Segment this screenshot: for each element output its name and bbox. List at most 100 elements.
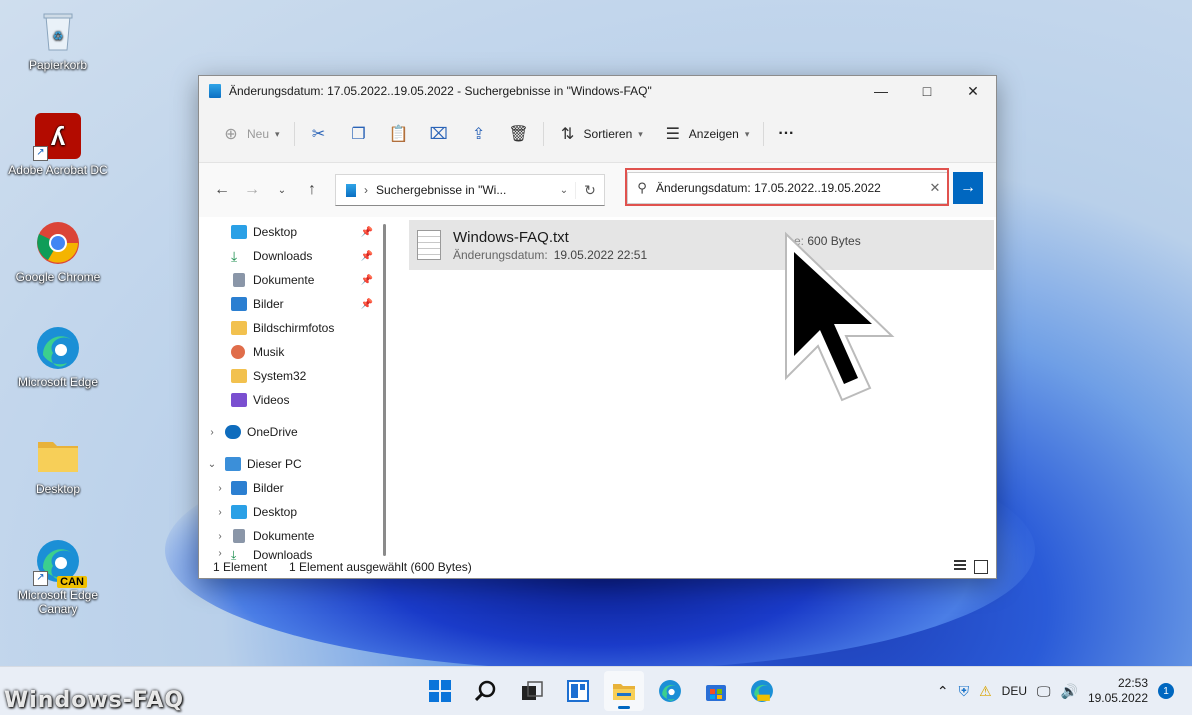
divider xyxy=(293,122,295,146)
sidebar-item-label: Dokumente xyxy=(253,529,315,543)
divider xyxy=(763,122,765,146)
desktop-icon-acrobat[interactable]: ʎ ↗ Adobe Acrobat DC xyxy=(8,113,108,177)
sort-icon: ⇅ xyxy=(560,126,575,143)
copy-button[interactable]: ❐ xyxy=(339,116,379,152)
chevron-down-icon: ▾ xyxy=(638,128,643,139)
delete-button[interactable]: 🗑 xyxy=(499,116,539,152)
file-explorer-taskbar-button[interactable] xyxy=(604,671,644,711)
search-go-button[interactable]: → xyxy=(953,172,983,204)
sidebar-item-label: Videos xyxy=(253,393,290,407)
desktop-icon-recycle-bin[interactable]: ♻ Papierkorb xyxy=(8,8,108,72)
details-view-icon[interactable] xyxy=(954,560,966,572)
address-bar[interactable]: › Suchergebnisse in "Wi... ⌄ ↻ xyxy=(335,174,605,206)
back-button[interactable]: ← xyxy=(207,175,237,205)
sort-label: Sortieren xyxy=(583,127,633,141)
desktop-icon-label: Microsoft Edge Canary xyxy=(17,588,99,616)
tiles-view-icon[interactable] xyxy=(974,560,988,574)
clock[interactable]: 22:53 19.05.2022 xyxy=(1088,676,1148,706)
sidebar-item-onedrive[interactable]: › OneDrive xyxy=(199,420,377,444)
volume-icon[interactable]: 🔊 xyxy=(1061,683,1078,700)
forward-button[interactable]: → xyxy=(237,175,267,205)
svg-text:♻: ♻ xyxy=(53,29,64,43)
widgets-button[interactable] xyxy=(558,671,598,711)
file-name: Windows-FAQ.txt xyxy=(453,228,569,246)
computer-icon xyxy=(225,457,241,471)
warning-icon[interactable]: ⚠ xyxy=(979,683,992,700)
divider xyxy=(542,122,544,146)
sidebar-item-pictures[interactable]: Bilder 📌 xyxy=(199,292,377,316)
edge-taskbar-button[interactable] xyxy=(650,671,690,711)
navigation-pane: Desktop 📌 ⤓ Downloads 📌 Dokumente 📌 Bild… xyxy=(199,216,386,562)
more-icon: ··· xyxy=(778,125,795,142)
scissors-icon: ✂ xyxy=(311,126,326,143)
rename-button[interactable]: ⌧ xyxy=(419,116,459,152)
chevron-down-icon[interactable]: ⌄ xyxy=(205,459,219,470)
chevron-right-icon[interactable]: › xyxy=(213,507,227,518)
shortcut-arrow-icon: ↗ xyxy=(33,146,48,161)
maximize-button[interactable]: □ xyxy=(904,76,950,106)
minimize-button[interactable]: — xyxy=(858,76,904,106)
sidebar-item-pc-desktop[interactable]: › Desktop xyxy=(199,500,377,524)
sort-button[interactable]: ⇅ Sortieren ▾ xyxy=(548,116,653,152)
share-button[interactable]: ⇪ xyxy=(459,116,499,152)
sidebar-item-pc-documents[interactable]: › Dokumente xyxy=(199,524,377,548)
chevron-right-icon[interactable]: › xyxy=(205,427,219,438)
sidebar-item-this-pc[interactable]: ⌄ Dieser PC xyxy=(199,452,377,476)
widgets-icon xyxy=(567,680,589,702)
sidebar-item-label: Dieser PC xyxy=(247,457,302,471)
chevron-right-icon: › xyxy=(364,183,368,197)
desktop-icon-edge[interactable]: Microsoft Edge xyxy=(8,325,108,389)
chevron-right-icon[interactable]: › xyxy=(213,483,227,494)
view-button[interactable]: ☰ Anzeigen ▾ xyxy=(653,116,760,152)
store-taskbar-button[interactable] xyxy=(696,671,736,711)
sidebar-item-label: Bildschirmfotos xyxy=(253,321,335,335)
start-icon xyxy=(429,680,451,702)
title-bar[interactable]: Änderungsdatum: 17.05.2022..19.05.2022 -… xyxy=(199,76,996,106)
sidebar-item-music[interactable]: Musik xyxy=(199,340,377,364)
desktop-icon-chrome[interactable]: Google Chrome xyxy=(8,220,108,284)
new-button[interactable]: ⊕ Neu ▾ xyxy=(211,116,290,152)
share-icon: ⇪ xyxy=(471,126,486,143)
sidebar-item-documents[interactable]: Dokumente 📌 xyxy=(199,268,377,292)
more-options-button[interactable]: ··· xyxy=(768,116,804,152)
edge-canary-taskbar-button[interactable] xyxy=(742,671,782,711)
chevron-down-icon: ▾ xyxy=(744,128,750,139)
desktop-icon-edge-canary[interactable]: ↗ CAN Microsoft Edge Canary xyxy=(8,538,108,616)
paste-button[interactable]: 📋 xyxy=(379,116,419,152)
system-tray: ⌃ ⛨ ⚠ DEU 🖵 🔊 22:53 19.05.2022 1 xyxy=(937,667,1192,715)
breadcrumb[interactable]: Suchergebnisse in "Wi... xyxy=(376,183,553,197)
video-icon xyxy=(231,393,247,407)
start-button[interactable] xyxy=(420,671,460,711)
notification-badge[interactable]: 1 xyxy=(1158,683,1174,699)
desktop-icon-folder[interactable]: Desktop xyxy=(8,432,108,496)
sidebar-item-desktop[interactable]: Desktop 📌 xyxy=(199,220,377,244)
file-date-label: Änderungsdatum: xyxy=(453,247,548,262)
task-view-button[interactable] xyxy=(512,671,552,711)
language-indicator[interactable]: DEU xyxy=(1002,684,1027,698)
chevron-down-icon[interactable]: ⌄ xyxy=(553,185,575,196)
sidebar-item-videos[interactable]: Videos xyxy=(199,388,377,412)
sidebar-item-pc-pictures[interactable]: › Bilder xyxy=(199,476,377,500)
network-icon[interactable]: 🖵 xyxy=(1037,683,1051,700)
up-button[interactable]: ↑ xyxy=(297,175,327,205)
refresh-icon[interactable]: ↻ xyxy=(575,181,604,199)
sidebar-item-downloads[interactable]: ⤓ Downloads 📌 xyxy=(199,244,377,268)
taskbar-search-button[interactable] xyxy=(466,671,506,711)
recent-locations-button[interactable]: ⌄ xyxy=(267,175,297,205)
sidebar-item-screenshots[interactable]: Bildschirmfotos xyxy=(199,316,377,340)
search-icon xyxy=(475,680,496,702)
folder-icon xyxy=(35,432,81,478)
sidebar-item-label: Bilder xyxy=(253,481,284,495)
sidebar-item-system32[interactable]: System32 xyxy=(199,364,377,388)
close-button[interactable]: ✕ xyxy=(950,76,996,106)
cut-button[interactable]: ✂ xyxy=(299,116,339,152)
cloud-icon xyxy=(225,425,241,439)
task-view-icon xyxy=(522,681,543,700)
chevron-right-icon[interactable]: › xyxy=(213,531,227,542)
defender-icon[interactable]: ⛨ xyxy=(959,683,970,700)
desktop-icon xyxy=(231,505,247,519)
desktop-icon xyxy=(231,225,247,239)
store-icon xyxy=(706,685,726,701)
chevron-up-icon[interactable]: ⌃ xyxy=(937,683,949,700)
desktop-icon-label: Adobe Acrobat DC xyxy=(8,163,108,177)
